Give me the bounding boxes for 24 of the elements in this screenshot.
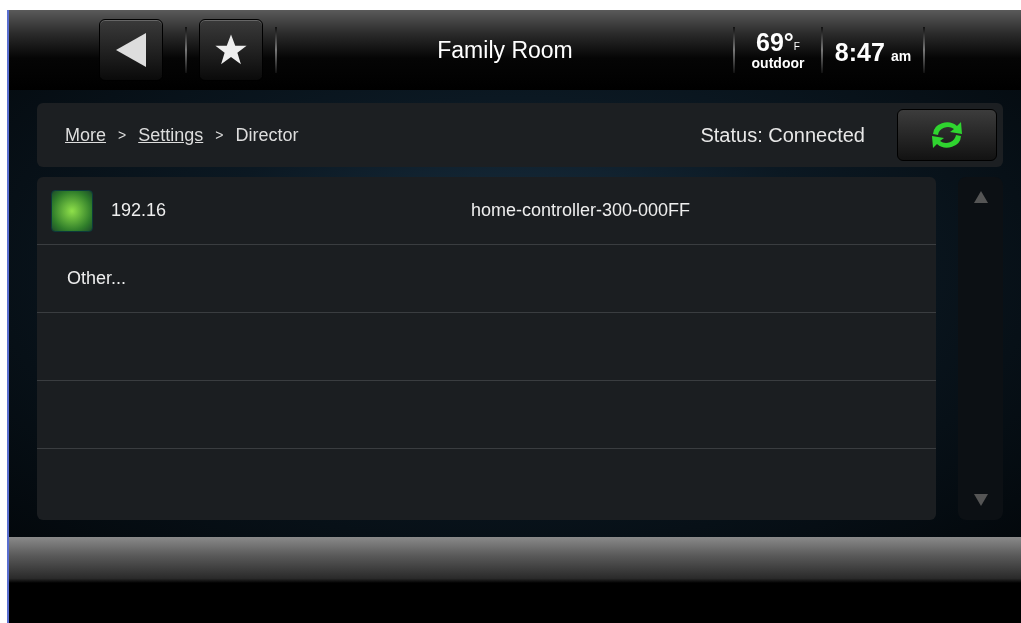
back-button[interactable]: [99, 19, 163, 81]
breadcrumb-separator: >: [118, 127, 127, 143]
breadcrumb-link[interactable]: Settings: [138, 124, 204, 146]
director-address[interactable]: 192.16: [111, 200, 471, 221]
room-title: Family Room: [436, 36, 574, 64]
back-arrow-icon: [116, 33, 146, 67]
connection-status: Status: Connected: [700, 123, 865, 147]
temperature-label: outdoor: [751, 55, 805, 71]
breadcrumb-separator: >: [215, 127, 224, 143]
scrollbar[interactable]: [958, 177, 1003, 520]
clock-time: 8:47: [834, 39, 885, 65]
breadcrumb-current: Director: [235, 124, 299, 146]
clock-period: am: [890, 48, 912, 64]
breadcrumb-link[interactable]: More: [65, 124, 106, 146]
scroll-down-icon[interactable]: [973, 494, 988, 506]
temperature: 69°: [756, 29, 794, 55]
favorite-button[interactable]: [199, 19, 263, 81]
scroll-up-icon[interactable]: [973, 191, 988, 203]
status-indicator: [51, 189, 93, 232]
other-option[interactable]: Other...: [51, 268, 127, 289]
star-icon: [214, 33, 248, 67]
temperature-unit: F: [793, 41, 800, 52]
director-name[interactable]: home-controller-300-000FF: [471, 200, 691, 221]
refresh-button[interactable]: [897, 109, 997, 161]
